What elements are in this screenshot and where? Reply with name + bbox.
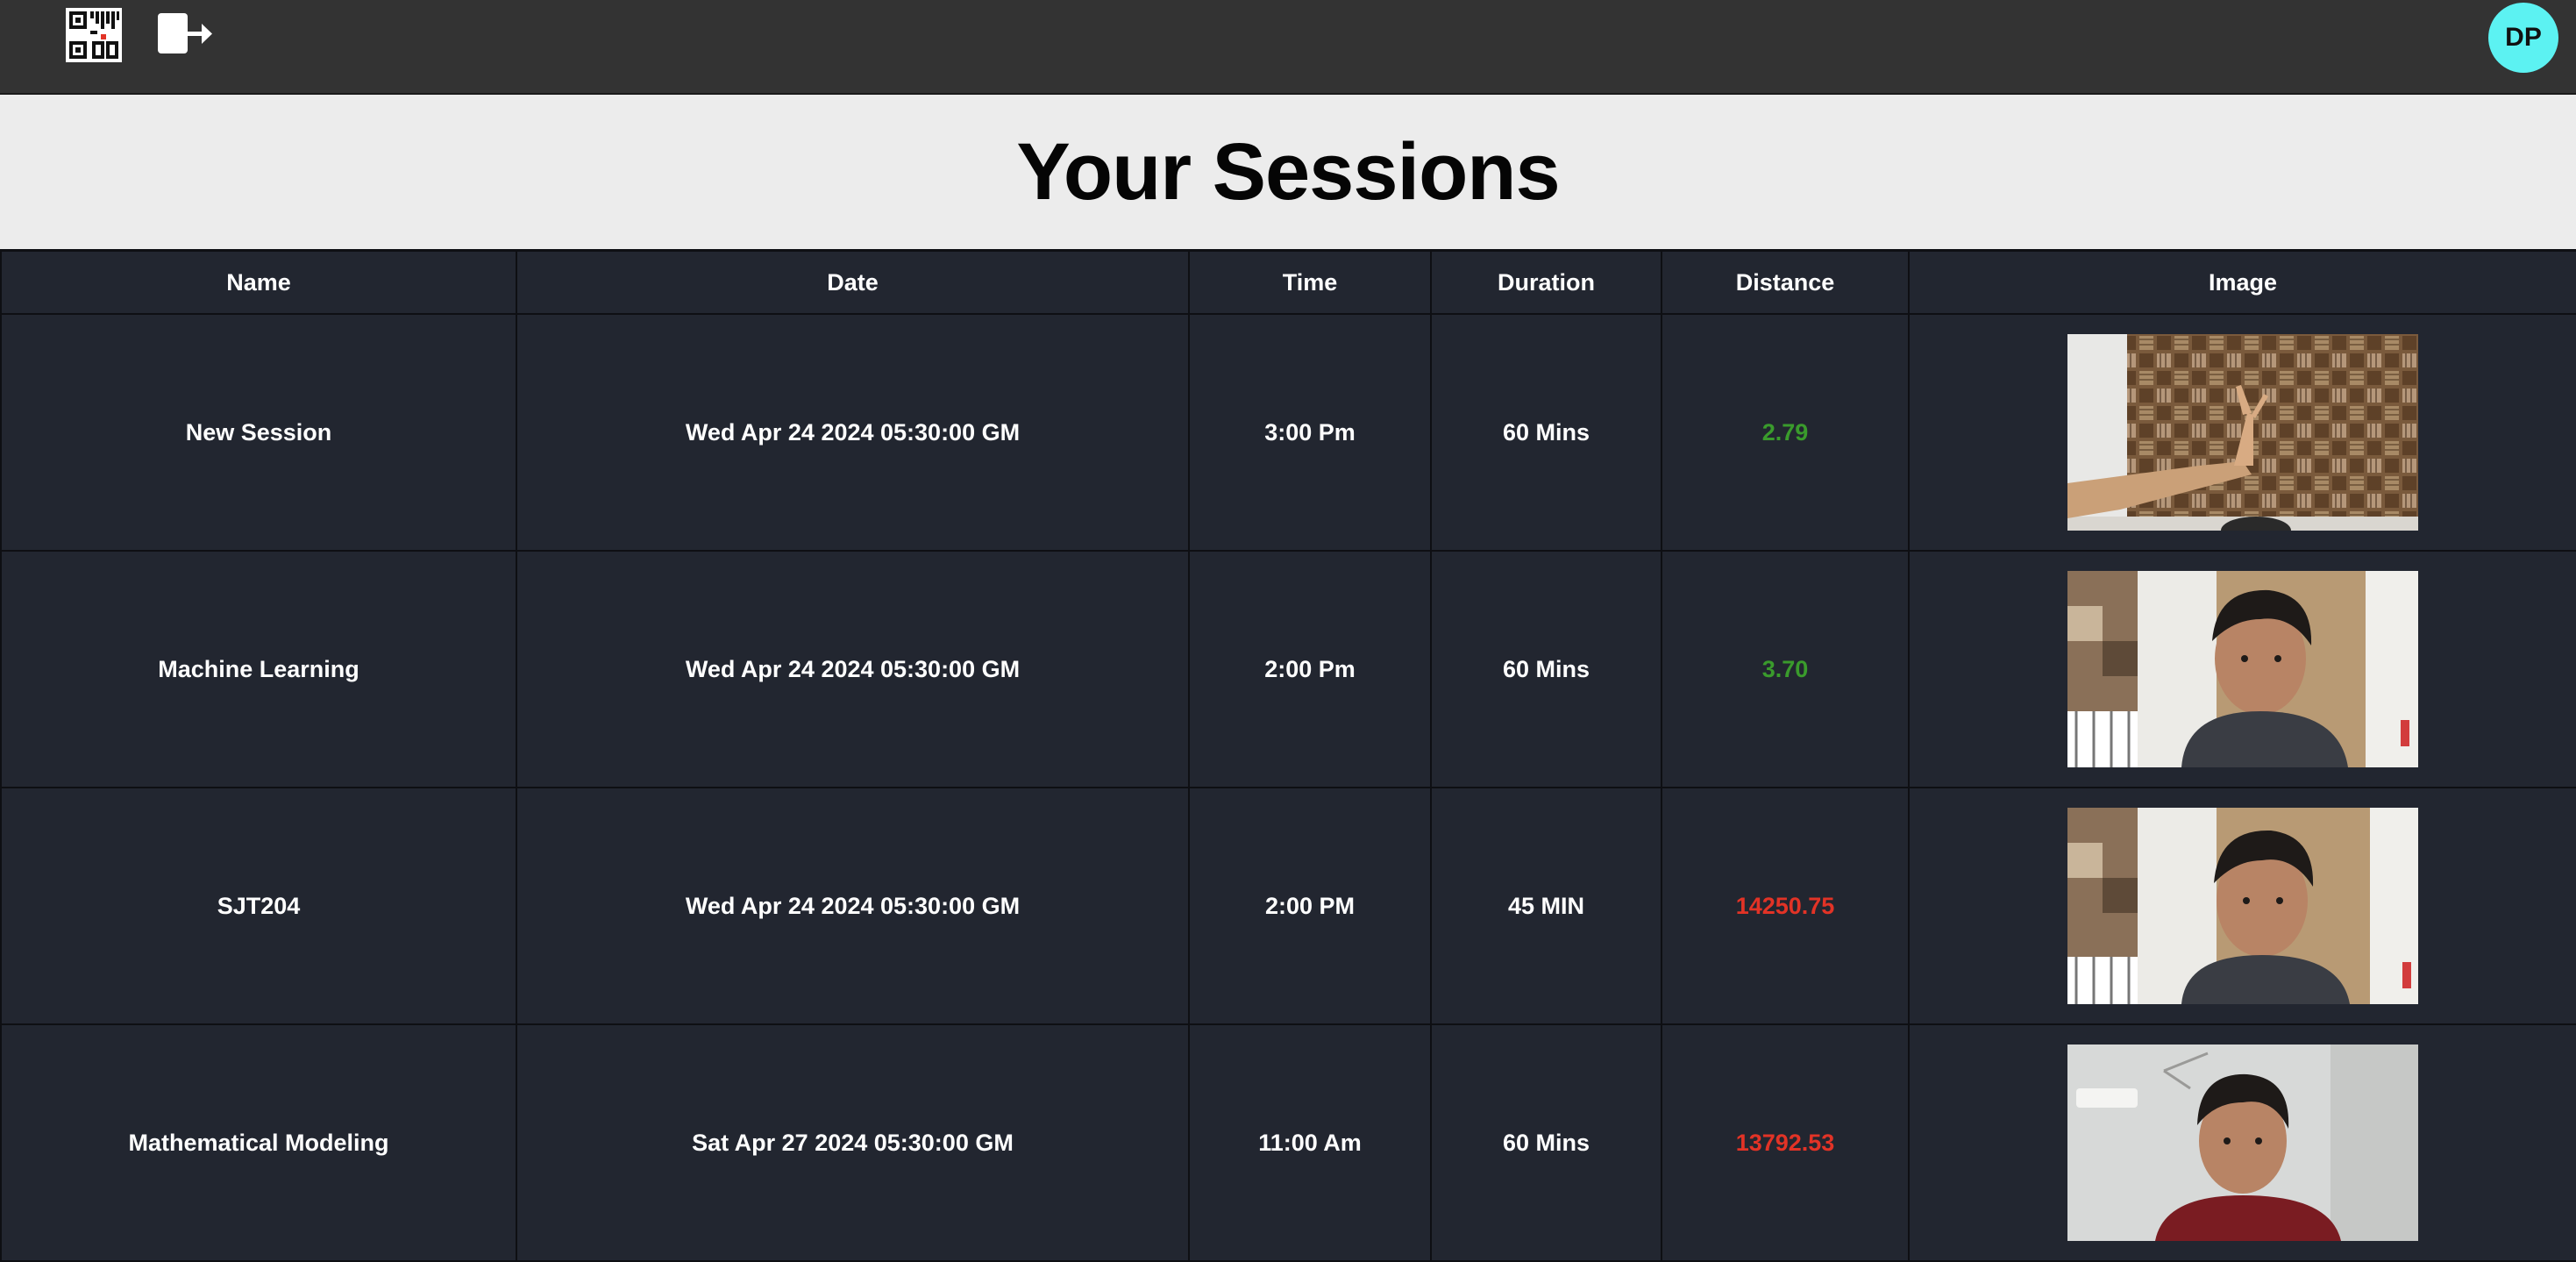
session-image-cell: [1908, 550, 2576, 788]
session-time: 11:00 Am: [1188, 1023, 1432, 1262]
column-header-date: Date: [516, 249, 1190, 315]
session-distance: 2.79: [1661, 313, 1910, 552]
user-avatar[interactable]: DP: [2488, 3, 2558, 73]
session-name: SJT204: [0, 787, 517, 1025]
page-title: Your Sessions: [1016, 126, 1560, 217]
table-row[interactable]: New Session Wed Apr 24 2024 05:30:00 GM …: [0, 313, 2576, 552]
session-duration: 60 Mins: [1430, 1023, 1662, 1262]
session-time: 3:00 Pm: [1188, 313, 1432, 552]
session-image-cell: [1908, 313, 2576, 552]
session-duration: 60 Mins: [1430, 550, 1662, 788]
column-header-image: Image: [1908, 249, 2576, 315]
session-date: Wed Apr 24 2024 05:30:00 GM: [516, 550, 1190, 788]
column-header-time: Time: [1188, 249, 1432, 315]
session-distance: 14250.75: [1661, 787, 1910, 1025]
session-distance: 3.70: [1661, 550, 1910, 788]
session-photo[interactable]: [2067, 1045, 2418, 1241]
table-header-row: Name Date Time Duration Distance Image: [0, 249, 2576, 315]
session-image-cell: [1908, 1023, 2576, 1262]
qr-code-icon[interactable]: [66, 8, 122, 62]
table-row[interactable]: Machine Learning Wed Apr 24 2024 05:30:0…: [0, 550, 2576, 788]
session-time: 2:00 Pm: [1188, 550, 1432, 788]
top-navbar: DP: [0, 0, 2576, 95]
session-photo[interactable]: [2067, 808, 2418, 1004]
session-date: Wed Apr 24 2024 05:30:00 GM: [516, 787, 1190, 1025]
session-duration: 45 MIN: [1430, 787, 1662, 1025]
table-row[interactable]: Mathematical Modeling Sat Apr 27 2024 05…: [0, 1023, 2576, 1262]
session-duration: 60 Mins: [1430, 313, 1662, 552]
session-photo[interactable]: [2067, 571, 2418, 767]
sessions-table: Name Date Time Duration Distance Image N…: [0, 249, 2576, 1262]
session-name: New Session: [0, 313, 517, 552]
session-image-cell: [1908, 787, 2576, 1025]
session-photo[interactable]: [2067, 334, 2418, 531]
column-header-distance: Distance: [1661, 249, 1910, 315]
column-header-name: Name: [0, 249, 517, 315]
logout-icon[interactable]: [158, 11, 212, 57]
title-band: Your Sessions: [0, 95, 2576, 249]
table-row[interactable]: SJT204 Wed Apr 24 2024 05:30:00 GM 2:00 …: [0, 787, 2576, 1025]
session-date: Wed Apr 24 2024 05:30:00 GM: [516, 313, 1190, 552]
session-time: 2:00 PM: [1188, 787, 1432, 1025]
session-distance: 13792.53: [1661, 1023, 1910, 1262]
session-date: Sat Apr 27 2024 05:30:00 GM: [516, 1023, 1190, 1262]
column-header-duration: Duration: [1430, 249, 1662, 315]
session-name: Mathematical Modeling: [0, 1023, 517, 1262]
session-name: Machine Learning: [0, 550, 517, 788]
